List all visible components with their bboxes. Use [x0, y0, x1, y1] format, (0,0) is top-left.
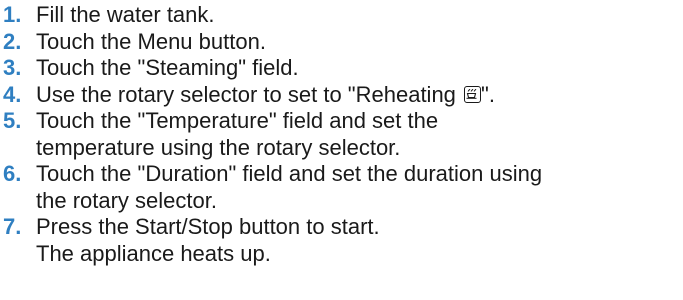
step-text-line: The appliance heats up.: [36, 240, 271, 266]
step-text: Touch the Menu button.: [36, 29, 679, 56]
step-text: Touch the "Duration" field and set the d…: [36, 161, 679, 214]
step-2: 2. Touch the Menu button.: [3, 29, 679, 56]
step-text-line: Press the Start/Stop button to start.: [36, 214, 380, 239]
step-number: 1.: [3, 2, 22, 27]
step-1: 1. Fill the water tank.: [3, 2, 679, 29]
step-text-line: the rotary selector.: [36, 187, 217, 213]
step-7: 7. Press the Start/Stop button to start.…: [3, 214, 679, 267]
step-6: 6. Touch the "Duration" field and set th…: [3, 161, 679, 214]
step-text: Touch the "Temperature" field and set th…: [36, 108, 679, 161]
step-number: 6.: [3, 161, 22, 186]
step-text-line: Touch the Menu button.: [36, 28, 266, 54]
step-text: Fill the water tank.: [36, 2, 679, 29]
step-5: 5. Touch the "Temperature" field and set…: [3, 108, 679, 161]
reheating-mode-icon: [464, 85, 482, 103]
step-text-line: Fill the water tank.: [36, 2, 215, 27]
instruction-list: 1. Fill the water tank. 2. Touch the Men…: [3, 2, 679, 267]
step-text-part: ".: [481, 81, 495, 107]
step-number: 5.: [3, 108, 22, 133]
step-text-line: temperature using the rotary selector.: [36, 134, 401, 160]
step-text: Touch the "Steaming" field.: [36, 55, 679, 82]
step-number: 4.: [3, 81, 22, 107]
step-number: 7.: [3, 214, 22, 239]
step-4: 4. Use the rotary selector to set to "Re…: [3, 82, 679, 109]
step-text: Press the Start/Stop button to start. Th…: [36, 214, 679, 267]
step-text-line: Touch the "Duration" field and set the d…: [36, 161, 543, 186]
step-text-line: Touch the "Temperature" field and set th…: [36, 108, 439, 133]
step-number: 2.: [3, 28, 22, 54]
step-text: Use the rotary selector to set to "Rehea…: [36, 82, 679, 109]
step-number: 3.: [3, 55, 22, 80]
step-text-part: Use the rotary selector to set to "Rehea…: [36, 81, 456, 107]
step-3: 3. Touch the "Steaming" field.: [3, 55, 679, 82]
step-text-line: Touch the "Steaming" field.: [36, 55, 299, 80]
step-text-line: Use the rotary selector to set to "Rehea…: [36, 82, 679, 109]
